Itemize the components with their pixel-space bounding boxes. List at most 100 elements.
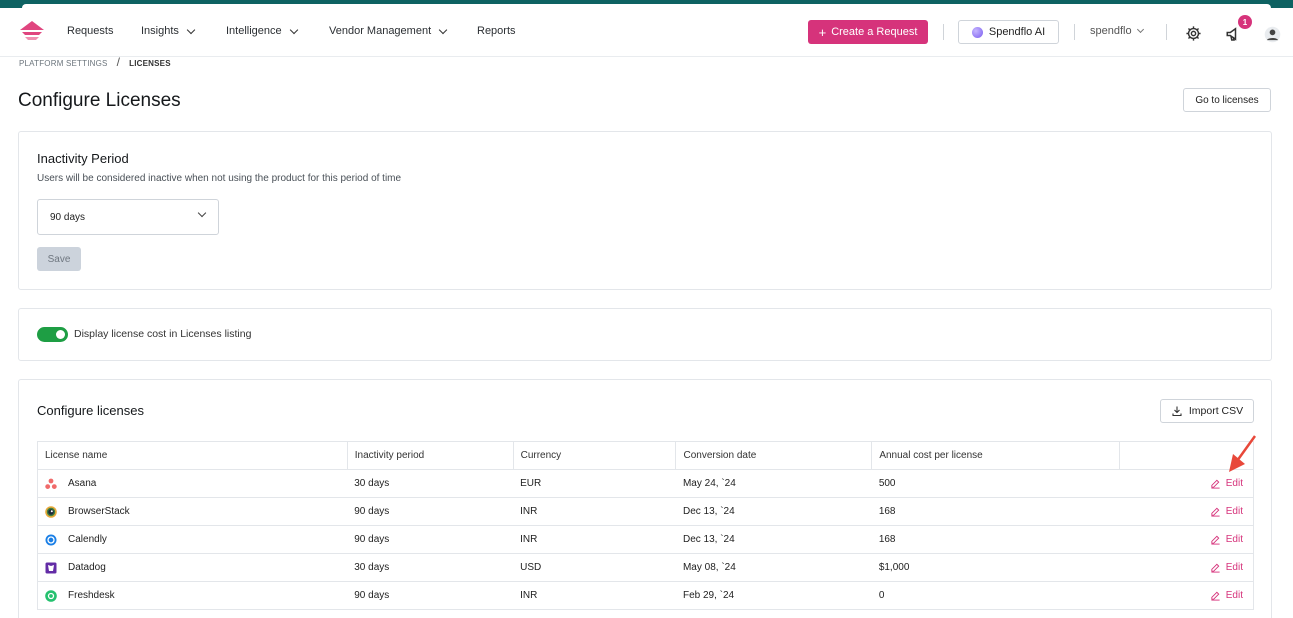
plus-icon: + bbox=[818, 24, 827, 40]
inactivity-period: 90 days bbox=[347, 581, 514, 610]
import-csv-button[interactable]: Import CSV bbox=[1160, 399, 1254, 423]
edit-label: Edit bbox=[1225, 562, 1243, 573]
breadcrumb-current: LICENSES bbox=[129, 58, 171, 68]
currency: INR bbox=[513, 525, 676, 554]
inactivity-period-title: Inactivity Period bbox=[37, 151, 129, 166]
display-cost-label: Display license cost in Licenses listing bbox=[74, 328, 252, 340]
annotation-arrow-icon bbox=[1229, 435, 1257, 472]
create-request-label: Create a Request bbox=[831, 26, 918, 38]
import-csv-label: Import CSV bbox=[1188, 405, 1244, 417]
display-cost-card: Display license cost in Licenses listing bbox=[18, 308, 1272, 361]
edit-button[interactable]: Edit bbox=[1127, 534, 1253, 545]
column-header-annual-cost[interactable]: Annual cost per license bbox=[871, 441, 1121, 470]
edit-button[interactable]: Edit bbox=[1127, 506, 1253, 517]
chevron-down-icon bbox=[438, 25, 448, 34]
annual-cost: 168 bbox=[871, 497, 1120, 526]
chevron-down-icon bbox=[197, 208, 207, 218]
freshdesk-icon bbox=[45, 589, 57, 602]
table-row: Datadog 30 days USD May 08, `24 $1,000 E… bbox=[37, 553, 1254, 582]
currency: INR bbox=[513, 581, 676, 610]
edit-label: Edit bbox=[1225, 590, 1243, 601]
display-cost-toggle[interactable] bbox=[37, 327, 68, 342]
edit-button[interactable]: Edit bbox=[1127, 590, 1253, 601]
inactivity-period: 30 days bbox=[347, 553, 514, 582]
inactivity-period-select[interactable]: 90 days bbox=[37, 199, 219, 235]
currency: INR bbox=[513, 497, 676, 526]
edit-label: Edit bbox=[1225, 506, 1243, 517]
spendflo-ai-label: Spendflo AI bbox=[988, 26, 1046, 38]
inactivity-period-hint: Users will be considered inactive when n… bbox=[37, 173, 402, 184]
go-to-licenses-button[interactable]: Go to licenses bbox=[1183, 88, 1271, 112]
notification-badge: 1 bbox=[1238, 15, 1252, 29]
calendly-icon bbox=[45, 534, 57, 545]
top-navigation: Requests Insights Intelligence Vendor Ma… bbox=[0, 8, 1293, 57]
currency: USD bbox=[513, 553, 676, 582]
nav-item-reports[interactable]: Reports bbox=[477, 25, 516, 37]
column-header-license-name[interactable]: License name bbox=[37, 441, 348, 470]
edit-label: Edit bbox=[1225, 534, 1243, 545]
create-request-button[interactable]: + Create a Request bbox=[808, 20, 928, 44]
license-name: Calendly bbox=[68, 534, 107, 545]
annual-cost: 0 bbox=[871, 581, 1120, 610]
inactivity-period: 90 days bbox=[347, 497, 514, 526]
nav-item-requests[interactable]: Requests bbox=[67, 25, 113, 37]
currency: EUR bbox=[513, 469, 676, 498]
table-row: BrowserStack 90 days INR Dec 13, `24 168… bbox=[37, 497, 1254, 526]
spendflo-logo-icon[interactable] bbox=[19, 20, 45, 42]
conversion-date: Dec 13, `24 bbox=[675, 497, 872, 526]
table-row: Freshdesk 90 days INR Feb 29, `24 0 Edit bbox=[37, 581, 1254, 610]
edit-label: Edit bbox=[1225, 478, 1243, 489]
org-switcher[interactable]: spendflo bbox=[1090, 25, 1144, 37]
column-header-inactivity-period[interactable]: Inactivity period bbox=[346, 441, 514, 470]
org-name: spendflo bbox=[1090, 25, 1132, 37]
breadcrumb: PLATFORM SETTINGS / LICENSES bbox=[19, 55, 171, 69]
annual-cost: 168 bbox=[871, 525, 1120, 554]
chevron-down-icon bbox=[186, 25, 196, 34]
inactivity-period: 90 days bbox=[347, 525, 514, 554]
pencil-icon bbox=[1211, 591, 1220, 601]
save-button[interactable]: Save bbox=[37, 247, 81, 271]
pencil-icon bbox=[1211, 479, 1220, 489]
licenses-table: License name Inactivity period Currency … bbox=[37, 441, 1254, 610]
gear-icon[interactable] bbox=[1185, 25, 1202, 42]
pencil-icon bbox=[1211, 563, 1220, 573]
license-name: BrowserStack bbox=[68, 506, 130, 517]
nav-divider bbox=[943, 24, 944, 40]
nav-item-intelligence[interactable]: Intelligence bbox=[226, 25, 298, 37]
table-row: Asana 30 days EUR May 24, `24 500 Edit bbox=[37, 469, 1254, 498]
annual-cost: 500 bbox=[871, 469, 1120, 498]
conversion-date: Dec 13, `24 bbox=[675, 525, 872, 554]
pencil-icon bbox=[1211, 507, 1220, 517]
conversion-date: May 24, `24 bbox=[675, 469, 872, 498]
inactivity-period: 30 days bbox=[347, 469, 514, 498]
nav-divider bbox=[1074, 24, 1075, 40]
license-name: Freshdesk bbox=[68, 590, 115, 601]
license-name: Asana bbox=[68, 478, 97, 489]
nav-divider bbox=[1166, 24, 1167, 40]
conversion-date: May 08, `24 bbox=[675, 553, 872, 582]
breadcrumb-platform-settings[interactable]: PLATFORM SETTINGS bbox=[19, 59, 108, 68]
nav-item-insights[interactable]: Insights bbox=[141, 25, 196, 37]
asana-icon bbox=[45, 478, 57, 489]
nav-item-vendor-management[interactable]: Vendor Management bbox=[329, 25, 448, 37]
download-icon bbox=[1172, 406, 1182, 417]
datadog-icon bbox=[45, 562, 57, 573]
user-avatar-icon[interactable] bbox=[1264, 26, 1281, 43]
inactivity-period-value: 90 days bbox=[50, 211, 86, 223]
configure-licenses-title: Configure licenses bbox=[37, 403, 144, 418]
inactivity-period-card: Inactivity Period Users will be consider… bbox=[18, 131, 1272, 290]
ai-sparkle-icon bbox=[971, 26, 983, 38]
breadcrumb-separator: / bbox=[116, 55, 121, 69]
license-name: Datadog bbox=[68, 562, 106, 573]
edit-button[interactable]: Edit bbox=[1127, 478, 1253, 489]
column-header-conversion-date[interactable]: Conversion date bbox=[675, 441, 873, 470]
edit-button[interactable]: Edit bbox=[1127, 562, 1253, 573]
pencil-icon bbox=[1211, 535, 1220, 545]
column-header-currency[interactable]: Currency bbox=[512, 441, 677, 470]
table-row: Calendly 90 days INR Dec 13, `24 168 Edi… bbox=[37, 525, 1254, 554]
chevron-down-icon bbox=[1136, 25, 1144, 34]
spendflo-ai-button[interactable]: Spendflo AI bbox=[958, 20, 1059, 44]
conversion-date: Feb 29, `24 bbox=[675, 581, 872, 610]
page-title: Configure Licenses bbox=[18, 90, 181, 111]
chevron-down-icon bbox=[289, 25, 298, 34]
